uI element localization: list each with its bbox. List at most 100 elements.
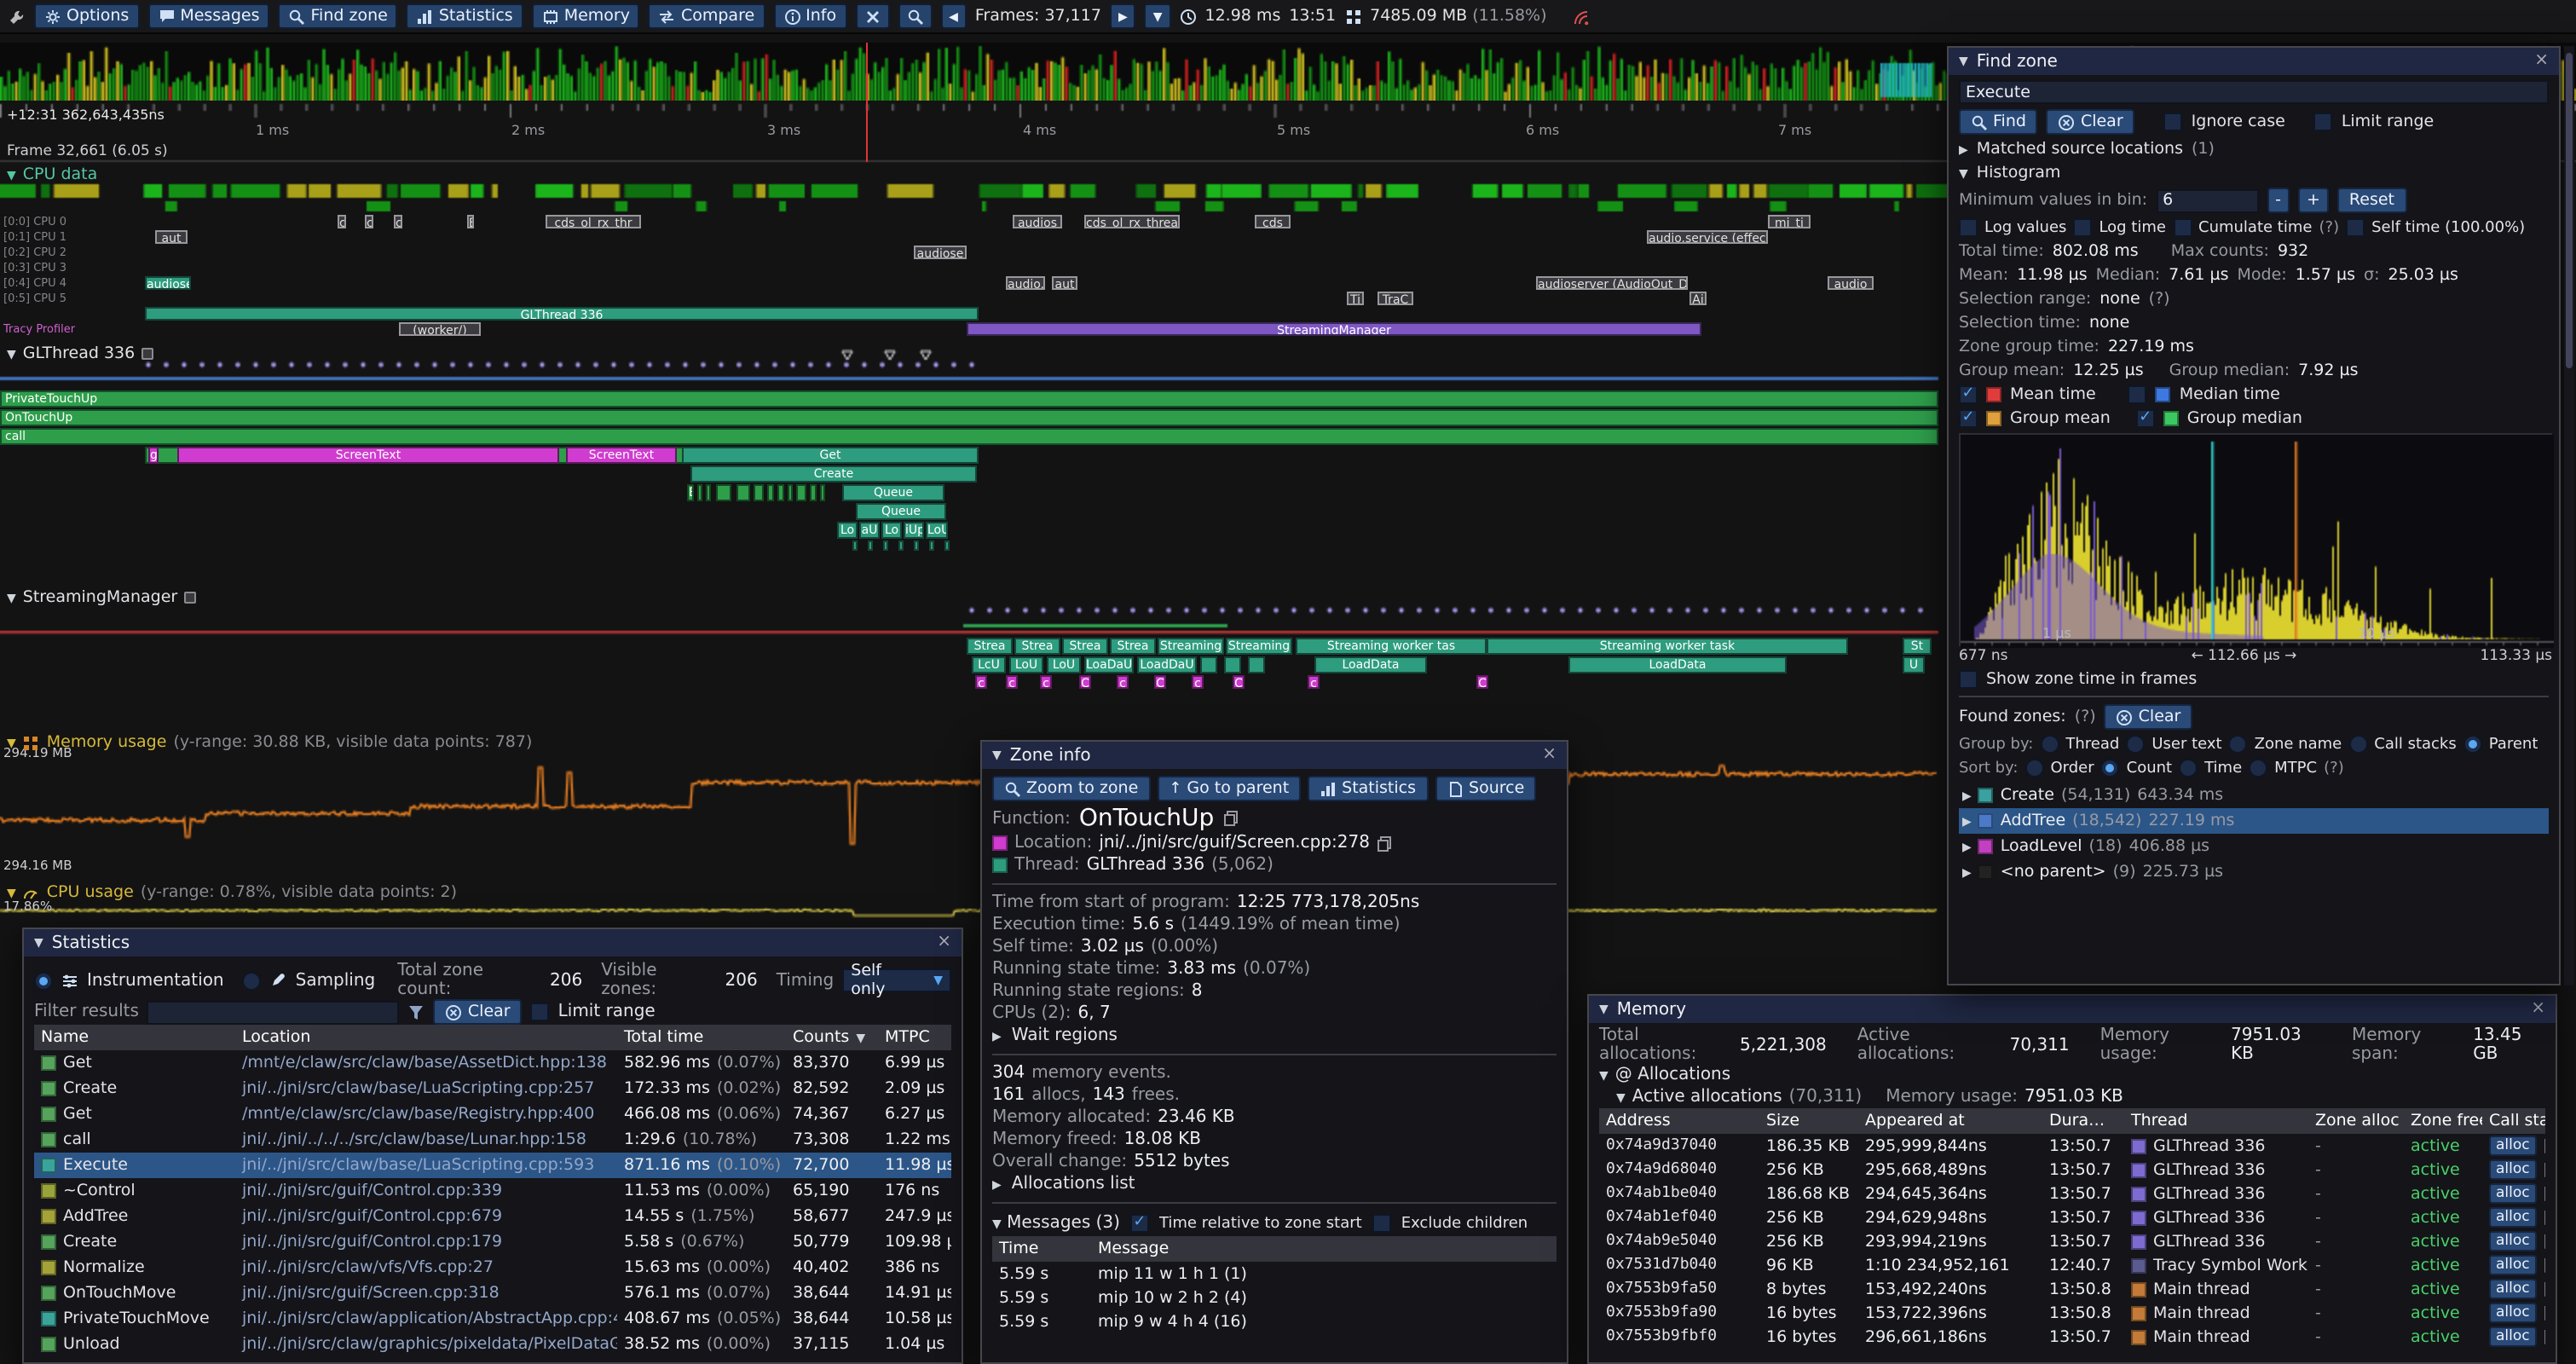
glthread-zone[interactable] [883, 540, 888, 551]
found-zone-group[interactable]: ▶AddTree(18,542)227.19 ms [1959, 808, 2549, 834]
zone-band[interactable]: OnTouchUp [0, 409, 1938, 426]
alloc-callstack-button[interactable]: alloc [2489, 1136, 2537, 1156]
clear-button[interactable]: Clear [2047, 109, 2135, 135]
glthread-zone[interactable] [716, 484, 731, 501]
glthread-zone[interactable]: Lo [837, 522, 858, 539]
histogram-plot[interactable]: 1 µs 10 µs [1959, 433, 2552, 646]
frame-info-label[interactable]: Frame 32,661 (6.05 s) [7, 143, 168, 160]
alloc-callstack-button[interactable]: alloc [2489, 1279, 2537, 1299]
ignore-case-checkbox[interactable] [2164, 113, 2183, 131]
streaming-zone[interactable]: LoadData [1314, 656, 1427, 673]
group-by-radio-call-stacks[interactable] [2348, 735, 2367, 754]
col-mtpc[interactable]: MTPC [878, 1025, 951, 1050]
glthread-zone[interactable] [810, 484, 817, 501]
mean-time-checkbox[interactable] [1959, 385, 1978, 404]
zoom-to-zone-button[interactable]: Zoom to zone [992, 776, 1150, 801]
col-size[interactable]: Size [1759, 1108, 1858, 1134]
cpu-zone[interactable]: Ai [1689, 292, 1707, 305]
find-button[interactable]: Find [1959, 109, 2038, 135]
found-zone-group[interactable]: ▶<no parent>(9)225.73 µs [1959, 859, 2549, 885]
streaming-zone[interactable]: LoU [1009, 656, 1043, 673]
glthread-zone[interactable] [929, 540, 934, 551]
cpu-zone[interactable]: aut [155, 230, 188, 244]
streaming-zone[interactable]: Strea [1014, 638, 1060, 655]
limit-range-label[interactable]: Limit range [558, 1003, 656, 1021]
exclude-children-checkbox[interactable] [1372, 1214, 1391, 1233]
copy-icon[interactable] [1377, 835, 1394, 852]
sort-by-radio-count[interactable] [2101, 759, 2120, 777]
group-by-option[interactable]: Call stacks [2374, 736, 2457, 753]
streaming-zone[interactable] [1224, 656, 1241, 673]
allocation-row[interactable]: 0x74a9d37040186.35 KB295,999,844ns13:50.… [1599, 1134, 2545, 1158]
frames-count-label[interactable]: Frames: 37,117 [975, 7, 1101, 26]
glthread-zone[interactable]: iUp [904, 522, 924, 539]
sort-by-radio-time[interactable] [2179, 759, 2198, 777]
streaming-zone[interactable]: c [975, 675, 987, 689]
collapse-icon[interactable]: ▼ [992, 748, 1002, 762]
collapse-icon[interactable]: ▼ [1599, 1003, 1609, 1016]
alloc-callstack-button[interactable]: alloc [2489, 1303, 2537, 1323]
streaming-zone[interactable]: LcU [972, 656, 1006, 673]
min-bin-input[interactable] [2156, 188, 2258, 212]
glthread-zone[interactable] [914, 540, 919, 551]
glthread-zone[interactable] [868, 540, 873, 551]
cpu-zone[interactable]: TraC [1378, 292, 1413, 305]
streaming-zone[interactable]: Strea [1062, 638, 1108, 655]
stats-row[interactable]: Createjni/../jni/src/claw/base/LuaScript… [34, 1076, 951, 1101]
zone-statistics-button[interactable]: Statistics [1308, 776, 1428, 801]
streaming-zone[interactable]: Streaming [1226, 638, 1292, 655]
col-counts[interactable]: Counts▼ [786, 1025, 878, 1050]
streaming-zone[interactable]: c [1040, 675, 1052, 689]
ignore-case-label[interactable]: Ignore case [2192, 113, 2285, 131]
stats-row[interactable]: OnTouchMovejni/../jni/src/guif/Screen.cp… [34, 1280, 951, 1306]
show-zone-time-checkbox[interactable] [1959, 670, 1978, 689]
info-button[interactable]: Info [773, 3, 846, 29]
alloc-callstack-button[interactable]: alloc [2489, 1159, 2537, 1180]
next-frame-button[interactable]: ▶ [1110, 3, 1136, 29]
glthread-zone[interactable]: Lo [881, 522, 902, 539]
cpu-zone[interactable]: audiose [914, 246, 967, 259]
close-icon[interactable]: × [2534, 53, 2549, 70]
cpu-zone[interactable]: StreamingManager [967, 322, 1701, 336]
median-time-label[interactable]: Median time [2180, 385, 2280, 404]
time-relative-label[interactable]: Time relative to zone start [1159, 1215, 1362, 1232]
cpu-zone[interactable]: cds_ol_rx_thr [546, 215, 641, 228]
cpu-data-header[interactable]: ▼CPU data [7, 165, 97, 184]
streaming-zone[interactable]: U [1903, 656, 1925, 673]
sort-by-option[interactable]: Time [2204, 760, 2242, 777]
cumulate-time-label[interactable]: Cumulate time [2198, 219, 2313, 236]
alloc-callstack-button[interactable]: alloc [2489, 1231, 2537, 1251]
zone-thread[interactable]: GLThread 336 [1087, 856, 1204, 875]
streaming-zone[interactable]: c [1117, 675, 1129, 689]
zone-info-titlebar[interactable]: ▼ Zone info × [982, 742, 1567, 769]
streaming-zone[interactable]: LoaDaU [1084, 656, 1134, 673]
col-zone-alloc[interactable]: Zone alloc [2308, 1108, 2404, 1134]
streaming-zone[interactable]: Streaming worker tas [1296, 638, 1487, 655]
clear-filter-button[interactable]: Clear [434, 999, 523, 1025]
streaming-zone[interactable]: LoadDaU [1137, 656, 1197, 673]
prev-frame-button[interactable]: ◀ [940, 3, 967, 29]
statistics-button[interactable]: Statistics [407, 3, 523, 29]
glthread-zone[interactable] [898, 540, 904, 551]
sampling-label[interactable]: Sampling [296, 971, 376, 990]
cpu-zone[interactable]: (worker/) [399, 322, 481, 336]
streaming-zone[interactable]: c [1308, 675, 1320, 689]
collapse-icon[interactable]: ▼ [1959, 55, 1968, 68]
stats-row[interactable]: Normalizejni/../jni/src/claw/vfs/Vfs.cpp… [34, 1255, 951, 1280]
funnel-icon[interactable] [408, 1003, 425, 1020]
stats-row[interactable]: AddTreejni/../jni/src/guif/Control.cpp:6… [34, 1204, 951, 1229]
message-row[interactable]: 5.59 smip 9 w 4 h 4 (16) [992, 1309, 1557, 1333]
memory-titlebar[interactable]: ▼ Memory × [1589, 996, 2556, 1023]
matched-source-locations-toggle[interactable]: ▶Matched source locations(1) [1959, 140, 2549, 159]
group-mean-label[interactable]: Group mean [2010, 409, 2111, 428]
cpu-zone[interactable]: c [394, 215, 402, 228]
goto-frame-button[interactable]: ▼ [1145, 3, 1171, 29]
go-to-parent-button[interactable]: ↑Go to parent [1157, 776, 1301, 801]
log-time-checkbox[interactable] [2073, 218, 2092, 237]
group-median-label[interactable]: Group median [2187, 409, 2302, 428]
streaming-zone[interactable]: St [1903, 638, 1932, 655]
group-by-option[interactable]: User text [2151, 736, 2221, 753]
zone-band[interactable]: PrivateTouchUp [0, 390, 1938, 407]
glthread-zone[interactable]: ScreenText [177, 447, 559, 464]
glthread-zone[interactable] [706, 484, 711, 501]
